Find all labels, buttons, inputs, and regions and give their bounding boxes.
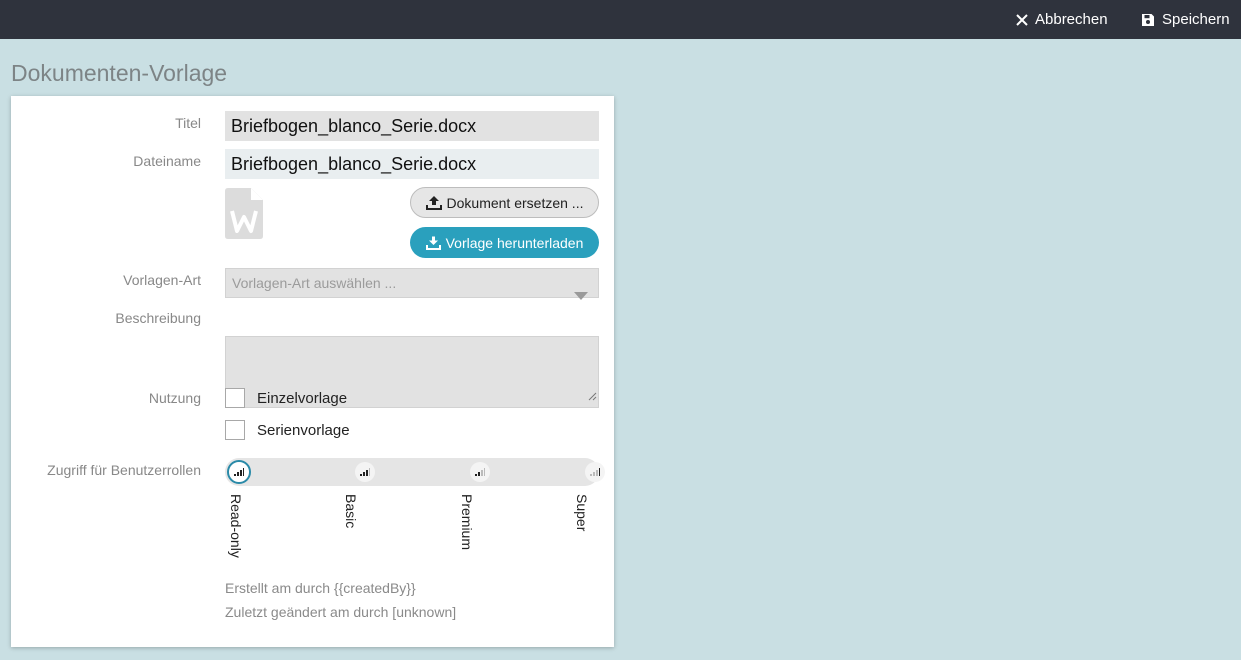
created-info: Erstellt am durch {{createdBy}}	[225, 580, 416, 596]
close-icon	[1016, 13, 1028, 26]
cancel-button-label: Abbrechen	[1035, 11, 1108, 28]
download-icon	[425, 236, 441, 250]
template-form-card: Titel Briefbogen_blanco_Serie.docx Datei…	[11, 96, 614, 647]
title-label: Titel	[175, 115, 201, 131]
usage-label: Nutzung	[148, 390, 201, 406]
access-role-slider[interactable]	[225, 458, 605, 486]
role-knob-basic[interactable]	[355, 462, 375, 482]
floppy-disk-icon	[1141, 13, 1155, 27]
template-type-placeholder: Vorlagen-Art auswählen ...	[232, 275, 397, 291]
top-toolbar: Abbrechen Speichern	[0, 0, 1241, 39]
serial-template-checkbox[interactable]	[225, 420, 245, 440]
resize-handle-icon[interactable]	[588, 388, 597, 406]
replace-document-button[interactable]: Dokument ersetzen ...	[410, 187, 599, 218]
chevron-down-icon	[574, 281, 588, 309]
description-label: Beschreibung	[115, 310, 201, 326]
download-template-label: Vorlage herunterladen	[445, 234, 584, 251]
role-label-read-only: Read-only	[228, 494, 244, 558]
role-knob-super[interactable]	[585, 462, 605, 482]
single-template-checkbox[interactable]	[225, 388, 245, 408]
access-roles-label: Zugriff für Benutzerrollen	[47, 462, 201, 478]
word-document-icon	[225, 188, 263, 244]
template-type-select[interactable]: Vorlagen-Art auswählen ...	[225, 268, 599, 300]
filename-field: Briefbogen_blanco_Serie.docx	[225, 149, 599, 179]
title-input[interactable]: Briefbogen_blanco_Serie.docx	[225, 111, 599, 141]
modified-info: Zuletzt geändert am durch [unknown]	[225, 604, 457, 620]
template-type-label: Vorlagen-Art	[123, 272, 201, 288]
save-button-label: Speichern	[1162, 11, 1230, 28]
role-knob-read-only[interactable]	[227, 460, 251, 484]
page-title: Dokumenten-Vorlage	[11, 60, 228, 86]
role-label-super: Super	[574, 494, 590, 532]
save-button[interactable]: Speichern	[1141, 0, 1230, 39]
signal-bars-icon	[590, 463, 600, 481]
role-knob-premium[interactable]	[470, 462, 490, 482]
role-label-basic: Basic	[343, 494, 359, 529]
serial-template-label: Serienvorlage	[257, 422, 350, 439]
upload-icon	[425, 195, 442, 210]
cancel-button[interactable]: Abbrechen	[1016, 0, 1108, 39]
signal-bars-icon	[360, 463, 370, 481]
role-label-premium: Premium	[459, 494, 475, 551]
signal-bars-icon	[234, 463, 244, 481]
single-template-label: Einzelvorlage	[257, 390, 348, 407]
signal-bars-icon	[475, 463, 485, 481]
replace-document-label: Dokument ersetzen ...	[446, 194, 584, 211]
download-template-button[interactable]: Vorlage herunterladen	[410, 227, 599, 258]
filename-label: Dateiname	[133, 153, 201, 169]
